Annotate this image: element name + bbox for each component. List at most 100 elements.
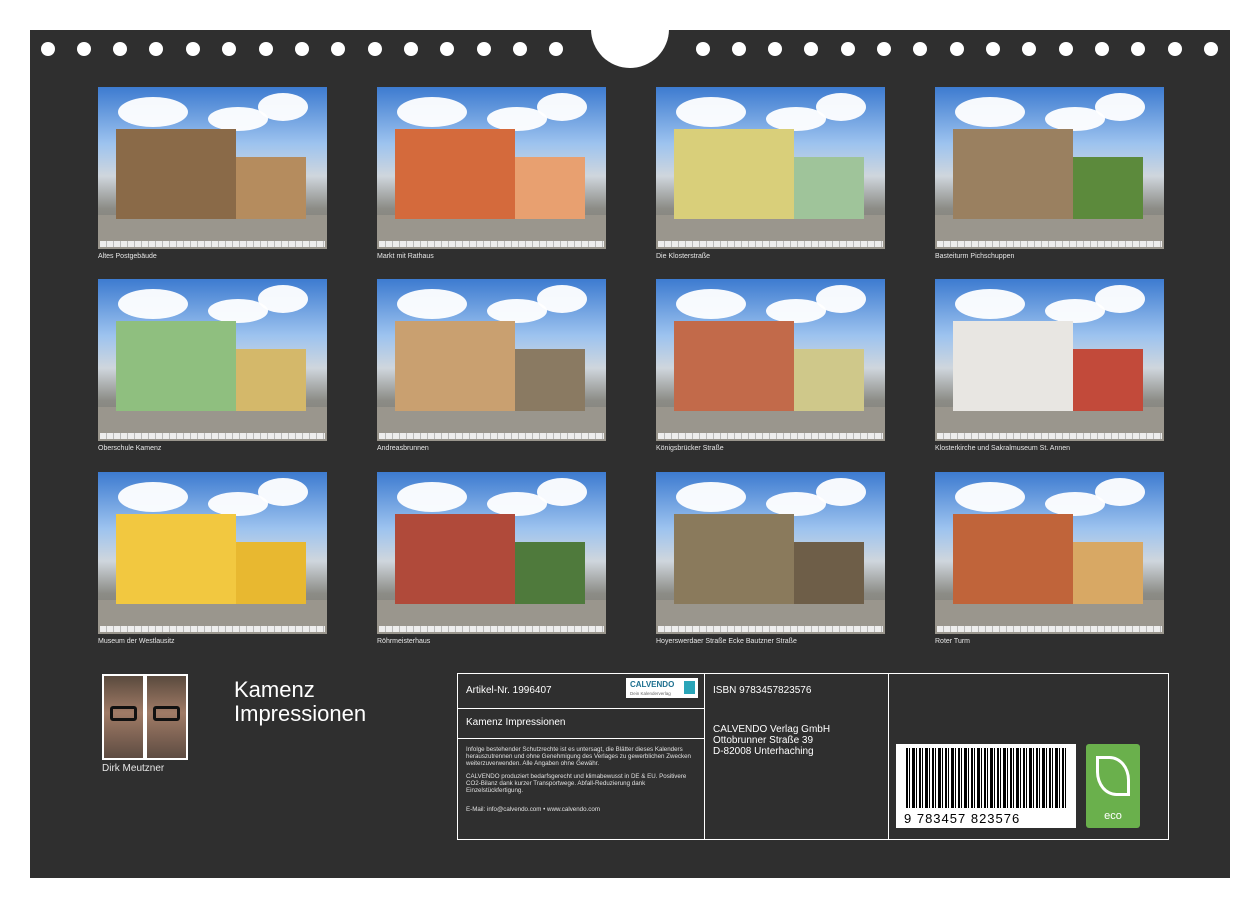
month-day-strip [937,433,1162,439]
building [674,514,794,604]
cloud [816,93,866,121]
photo [656,279,885,441]
binding-hole [222,42,236,56]
binding-hole [950,42,964,56]
calvendo-logo: CALVENDO Dein Kalenderverlag [626,678,698,698]
photo [656,472,885,634]
photo-tile: Museum der Westlausitz [98,472,327,645]
binding-hole [477,42,491,56]
photo [377,87,606,249]
title-line-1: Kamenz [234,677,315,702]
building [794,349,864,411]
binding-hole [440,42,454,56]
cloud [1095,285,1145,313]
cloud [955,482,1025,512]
photo-tile: Roter Turm [935,472,1164,645]
month-day-strip [937,626,1162,632]
building [116,514,236,604]
binding-hole [513,42,527,56]
photo [98,279,327,441]
month-day-strip [658,241,883,247]
photo-tile: Hoyerswerdaer Straße Ecke Bautzner Straß… [656,472,885,645]
building [794,157,864,219]
binding-hole [368,42,382,56]
photo [98,472,327,634]
photo [935,279,1164,441]
binding-hole [732,42,746,56]
building [116,129,236,219]
cloud [537,93,587,121]
month-day-strip [379,626,604,632]
building [674,129,794,219]
cloud [258,93,308,121]
author-photo [102,674,188,760]
binding-hole [41,42,55,56]
photo-tile: Andreasbrunnen [377,279,606,452]
building [515,157,585,219]
cloud [816,478,866,506]
binding-hole [1022,42,1036,56]
photo-tile: Altes Postgebäude [98,87,327,260]
photo [935,472,1164,634]
eco-badge: eco [1086,744,1140,828]
cloud [397,289,467,319]
building [674,321,794,411]
photo-tile: Oberschule Kamenz [98,279,327,452]
author-name: Dirk Meutzner [102,763,165,774]
barcode: 9 783457 823576 [896,744,1076,828]
building [1073,542,1143,604]
barcode-number: 9 783457 823576 [904,811,1021,826]
binding-hole [1131,42,1145,56]
photo-caption: Königsbrücker Straße [656,445,724,452]
eco-notice: CALVENDO produziert bedarfsgerecht und k… [466,773,687,794]
binding-hole [1204,42,1218,56]
binding-hole [1095,42,1109,56]
photo-caption: Andreasbrunnen [377,445,429,452]
cloud [1095,93,1145,121]
cloud [537,478,587,506]
binding-hole [113,42,127,56]
binding-hole [913,42,927,56]
author-face-right [147,676,186,758]
photo [98,87,327,249]
cloud [118,289,188,319]
building [116,321,236,411]
cloud [955,97,1025,127]
binding-hole [186,42,200,56]
building [395,514,515,604]
photo-tile: Königsbrücker Straße [656,279,885,452]
article-row: Artikel-Nr. 1996407 CALVENDO Dein Kalend… [458,674,704,709]
logo-text: CALVENDO [630,680,675,689]
binding-hole [804,42,818,56]
imprint-product-column: Artikel-Nr. 1996407 CALVENDO Dein Kalend… [458,674,705,839]
building [395,321,515,411]
calendar-back-page: Altes Postgebäude Markt mit Rathaus Die Kl… [30,0,1230,878]
building [1073,349,1143,411]
building [1073,157,1143,219]
photo-tile: Die Klosterstraße [656,87,885,260]
product-title-row: Kamenz Impressionen [458,709,704,739]
photo-caption: Markt mit Rathaus [377,253,434,260]
binding-hole [549,42,563,56]
eco-label: eco [1104,810,1122,822]
cloud [258,478,308,506]
isbn: ISBN 9783457823576 [713,685,812,696]
cloud [258,285,308,313]
cloud [397,97,467,127]
building [395,129,515,219]
product-title: Kamenz Impressionen [466,717,566,728]
cloud [676,289,746,319]
photo-caption: Röhrmeisterhaus [377,638,431,645]
publisher-name: CALVENDO Verlag GmbH [713,724,831,735]
binding-hole [1059,42,1073,56]
binding-hole [149,42,163,56]
legal-notice: Infolge bestehender Schutzrechte ist es … [466,746,691,767]
calendar-title: Kamenz Impressionen [234,678,366,726]
photo-caption: Hoyerswerdaer Straße Ecke Bautzner Straß… [656,638,797,645]
publisher-city: D-82008 Unterhaching [713,746,814,757]
building [515,542,585,604]
binding-hole [331,42,345,56]
publisher-street: Ottobrunner Straße 39 [713,735,814,746]
building [236,542,306,604]
photo-caption: Oberschule Kamenz [98,445,162,452]
